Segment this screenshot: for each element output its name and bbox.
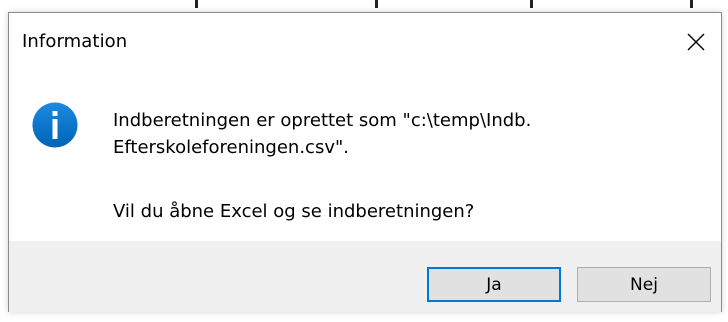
- dialog-question: Vil du åbne Excel og se indberetningen?: [113, 201, 475, 222]
- dialog-title: Information: [22, 31, 128, 52]
- dialog-content: Indberetningen er oprettet som "c:\temp\…: [9, 71, 721, 241]
- close-icon: [686, 32, 706, 52]
- message-line-2: Efterskoleforeningen.csv".: [113, 137, 349, 158]
- info-icon: [32, 102, 78, 148]
- message-dialog: Information Indberetningen er oprettet s…: [8, 12, 722, 312]
- dialog-message: Indberetningen er oprettet som "c:\temp\…: [113, 107, 693, 161]
- no-button[interactable]: Nej: [577, 267, 711, 302]
- yes-button[interactable]: Ja: [427, 267, 561, 302]
- message-line-1: Indberetningen er oprettet som "c:\temp\…: [113, 110, 532, 131]
- dialog-titlebar[interactable]: Information: [9, 13, 721, 71]
- close-button[interactable]: [671, 13, 721, 71]
- dialog-button-bar: Ja Nej: [9, 241, 721, 312]
